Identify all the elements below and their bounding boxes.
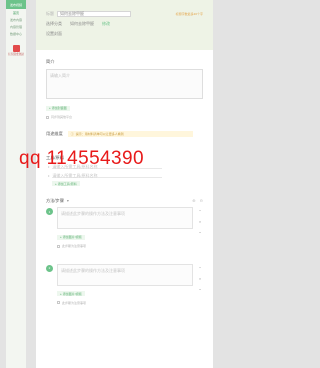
intro-section: 简介 请输入简介 + 添加封面图 同步到其他平台 xyxy=(36,58,213,120)
add-tool-label: 添加工具/原料 xyxy=(57,181,77,186)
move-up-icon[interactable]: ⌃ xyxy=(198,209,201,214)
rail-item-publish[interactable]: 发布内容 xyxy=(6,16,26,23)
intro-textarea[interactable]: 请输入简介 xyxy=(46,69,203,99)
category-label: 选择分类 xyxy=(46,20,62,26)
steps-label: 方法/步骤 xyxy=(46,197,64,203)
move-down-icon[interactable]: ⌄ xyxy=(198,286,201,291)
add-step-media-button[interactable]: + 添加图片/视频 xyxy=(57,234,85,240)
step-text-input[interactable]: 请描述此步骤的操作方法及注意事项 xyxy=(57,263,193,286)
editor-card: 标题 如何去除甲醛 标题字数最多30个字 选择分类 如何去除甲醛 修改 设置封面… xyxy=(36,0,213,368)
add-step-media-label: 添加图片/视频 xyxy=(62,235,82,239)
step-placeholder: 请描述此步骤的操作方法及注意事项 xyxy=(61,267,125,273)
step-number: 2 xyxy=(46,264,53,272)
plus-icon: + xyxy=(60,235,62,239)
title-warning: 标题字数最多30个字 xyxy=(175,11,203,16)
tool-row: • 请输入所需工具/原料名称 xyxy=(46,171,203,180)
rail-item-data[interactable]: 数据中心 xyxy=(6,30,26,37)
remove-step-icon[interactable]: ⊖ xyxy=(200,198,203,203)
add-step-media-button[interactable]: + 添加图片/视频 xyxy=(57,291,85,296)
move-up-icon[interactable]: ⌃ xyxy=(198,266,201,271)
rail-item-home[interactable]: 首页 xyxy=(6,9,26,16)
move-down-icon[interactable]: ⌄ xyxy=(198,229,201,234)
step-item: 2 请描述此步骤的操作方法及注意事项 + 添加图片/视频 此步骤为注意事项 ⌃ xyxy=(46,263,203,306)
materials-notice-text: 提示：用材料清单可以让更多人看到 xyxy=(75,132,124,136)
materials-label: 用途维度 xyxy=(46,131,63,136)
step-note-checkbox[interactable] xyxy=(57,301,60,304)
steps-section: 方法/步骤 ▾ ⊕ ⊖ 1 请描述此步骤的操作方法及注意事项 + 添加图片/视频 xyxy=(36,196,213,305)
red-envelope-icon xyxy=(12,45,20,52)
plus-icon: + xyxy=(55,181,57,186)
step-placeholder: 请描述此步骤的操作方法及注意事项 xyxy=(61,211,125,216)
intro-label: 简介 xyxy=(46,58,55,64)
delete-step-icon[interactable]: × xyxy=(199,276,201,281)
rail-feature[interactable]: 红包现金激励 xyxy=(6,45,26,56)
plus-icon: + xyxy=(60,291,62,296)
title-hint: 标题 xyxy=(46,10,54,16)
delete-step-icon[interactable]: × xyxy=(199,219,201,224)
category-value[interactable]: 如何去除甲醛 xyxy=(70,21,94,27)
step-controls: ⌃ × ⌄ xyxy=(197,207,203,249)
title-value: 如何去除甲醛 xyxy=(60,10,84,16)
add-cover-image-button[interactable]: + 添加封面图 xyxy=(46,105,70,111)
bullet-icon: • xyxy=(48,172,50,178)
contact-watermark: qq 114554390 xyxy=(19,148,144,169)
editor-header: 标题 如何去除甲醛 标题字数最多30个字 选择分类 如何去除甲醛 修改 设置封面 xyxy=(36,0,213,50)
intro-placeholder: 请输入简介 xyxy=(50,73,70,78)
sync-checkbox-label: 同步到其他平台 xyxy=(51,115,73,119)
rail-item-content[interactable]: 内容管理 xyxy=(6,23,26,30)
step-text-input[interactable]: 请描述此步骤的操作方法及注意事项 xyxy=(57,207,193,229)
step-note-label: 此步骤为注意事项 xyxy=(62,244,87,248)
add-tool-button[interactable]: + 添加工具/原料 xyxy=(52,181,80,186)
step-note-checkbox[interactable] xyxy=(57,244,60,248)
add-step-icon[interactable]: ⊕ xyxy=(192,198,195,203)
plus-icon: + xyxy=(49,106,51,110)
add-step-media-label: 添加图片/视频 xyxy=(62,291,82,296)
step-controls: ⌃ × ⌄ xyxy=(197,264,203,306)
step-item: 1 请描述此步骤的操作方法及注意事项 + 添加图片/视频 此步骤为注意事项 ⌃ xyxy=(46,207,203,249)
rail-logo[interactable]: 发布视频 xyxy=(6,0,26,9)
rail-feature-label: 红包现金激励 xyxy=(8,53,24,56)
steps-toggle-icon[interactable]: ▾ xyxy=(67,198,69,203)
info-icon: ⓘ xyxy=(70,132,74,136)
tool-input-2[interactable]: 请输入所需工具/原料名称 xyxy=(52,173,163,178)
materials-notice: ⓘ 提示：用材料清单可以让更多人看到 xyxy=(67,131,193,137)
category-edit-link[interactable]: 修改 xyxy=(102,21,110,27)
step-note-label: 此步骤为注意事项 xyxy=(62,300,87,305)
sync-checkbox[interactable] xyxy=(46,115,49,119)
step-number: 1 xyxy=(46,208,53,215)
add-cover-image-label: 添加封面图 xyxy=(51,106,67,110)
left-rail: 发布视频 首页 发布内容 内容管理 数据中心 红包现金激励 xyxy=(6,0,26,368)
title-input[interactable]: 如何去除甲醛 xyxy=(57,10,131,17)
cover-setting-link[interactable]: 设置封面 xyxy=(46,31,62,37)
